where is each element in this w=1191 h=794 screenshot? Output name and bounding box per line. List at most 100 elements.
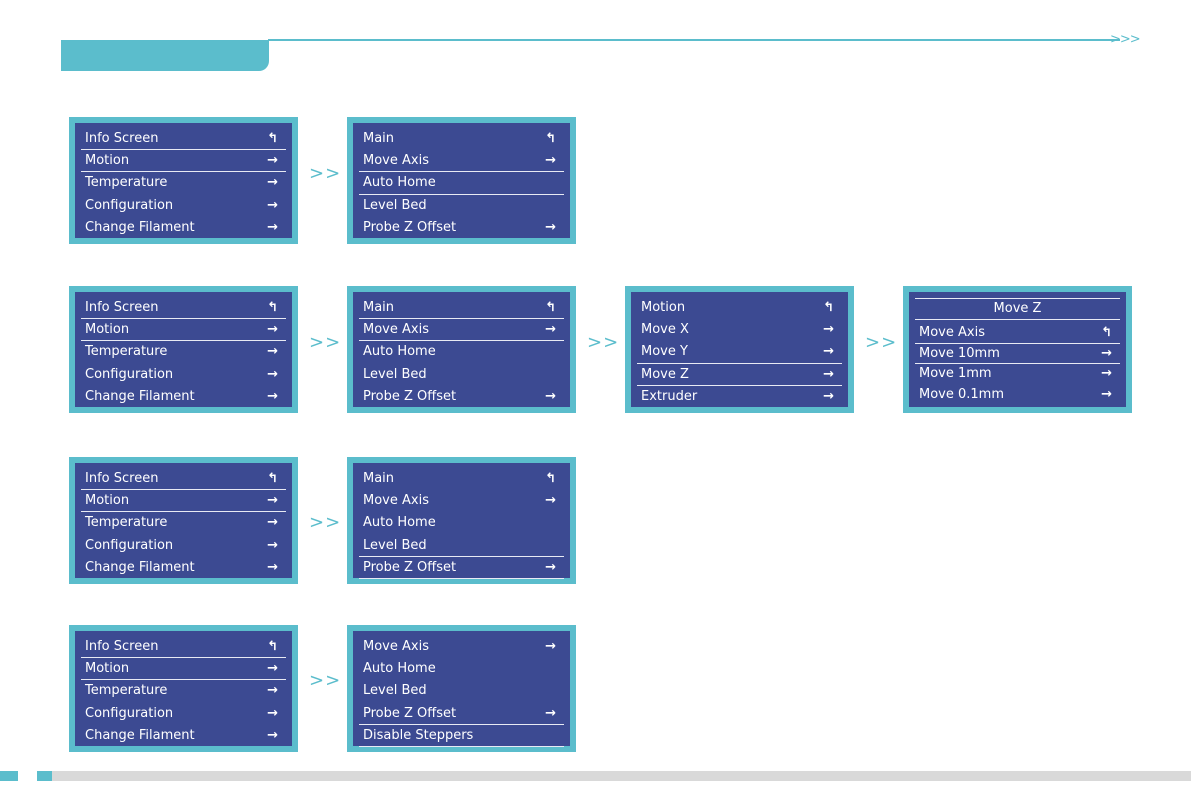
menu-item-info-screen[interactable]: Info Screen ↰ [81, 128, 286, 151]
back-icon: ↰ [545, 300, 556, 315]
enter-arrow-icon: → [1101, 386, 1112, 402]
enter-arrow-icon: → [267, 219, 278, 235]
lcd-screen-motion-2: Main ↰ Move Axis → Auto Home Level Bed Pro… [347, 286, 576, 413]
lcd-screen-main-4: Info Screen ↰ Motion → Temperature → Config… [69, 625, 298, 752]
menu-item-configuration[interactable]: Configuration → [81, 703, 286, 725]
flow-arrow: >> [309, 332, 342, 353]
enter-arrow-icon: → [545, 322, 556, 338]
flow-arrow: >> [309, 163, 342, 184]
menu-item-probe-z-offset[interactable]: Probe Z Offset → [359, 557, 564, 579]
flow-arrow: >> [309, 670, 342, 691]
menu-item-change-filament[interactable]: Change Filament → [81, 725, 286, 747]
menu-item-probe-z-offset[interactable]: Probe Z Offset → [359, 386, 564, 408]
menu-item-main[interactable]: Main ↰ [359, 297, 564, 320]
enter-arrow-icon: → [545, 559, 556, 575]
enter-arrow-icon: → [267, 322, 278, 338]
enter-arrow-icon: → [267, 683, 278, 699]
menu-item-level-bed[interactable]: Level Bed [359, 195, 564, 217]
enter-arrow-icon: → [545, 388, 556, 404]
header-tab [61, 40, 269, 71]
lcd-screen-motion-4: Move Axis → Auto Home Level Bed Probe Z O… [347, 625, 576, 752]
menu-item-level-bed[interactable]: Level Bed [359, 364, 564, 386]
back-icon: ↰ [545, 471, 556, 486]
menu-item-temperature[interactable]: Temperature → [81, 172, 286, 194]
enter-arrow-icon: → [267, 388, 278, 404]
menu-item-move-0-1mm[interactable]: Move 0.1mm → [915, 385, 1120, 406]
menu-item-info-screen[interactable]: Info Screen ↰ [81, 468, 286, 491]
menu-item-motion[interactable]: Motion ↰ [637, 297, 842, 319]
menu-item-configuration[interactable]: Configuration → [81, 364, 286, 386]
menu-item-motion[interactable]: Motion → [81, 150, 286, 173]
enter-arrow-icon: → [823, 366, 834, 382]
menu-item-disable-steppers[interactable]: Disable Steppers [359, 725, 564, 747]
menu-item-temperature[interactable]: Temperature → [81, 512, 286, 534]
menu-item-change-filament[interactable]: Change Filament → [81, 557, 286, 579]
back-icon: ↰ [823, 300, 834, 315]
enter-arrow-icon: → [267, 537, 278, 553]
menu-item-temperature[interactable]: Temperature → [81, 680, 286, 702]
lcd-screen-main-1: Info Screen ↰ Motion → Temperature → Config… [69, 117, 298, 244]
flow-arrow: >> [309, 512, 342, 533]
menu-item-probe-z-offset[interactable]: Probe Z Offset → [359, 703, 564, 725]
menu-item-move-10mm[interactable]: Move 10mm → [915, 344, 1120, 364]
menu-item-move-axis[interactable]: Move Axis → [359, 150, 564, 173]
header-chevrons-icon: >>> [1110, 32, 1141, 47]
flow-arrow: >> [865, 332, 898, 353]
menu-item-auto-home[interactable]: Auto Home [359, 341, 564, 363]
menu-item-probe-z-offset[interactable]: Probe Z Offset → [359, 217, 564, 239]
footer-marker [0, 771, 18, 781]
enter-arrow-icon: → [267, 344, 278, 360]
menu-item-main[interactable]: Main ↰ [359, 468, 564, 490]
enter-arrow-icon: → [267, 366, 278, 382]
menu-item-motion[interactable]: Motion → [81, 490, 286, 513]
enter-arrow-icon: → [267, 661, 278, 677]
menu-item-auto-home[interactable]: Auto Home [359, 512, 564, 534]
lcd-screen-motion-3: Main ↰ Move Axis → Auto Home Level Bed Pro… [347, 457, 576, 584]
enter-arrow-icon: → [267, 705, 278, 721]
menu-item-level-bed[interactable]: Level Bed [359, 535, 564, 557]
back-icon: ↰ [1101, 325, 1112, 340]
menu-item-configuration[interactable]: Configuration → [81, 535, 286, 557]
screen-title: Move Z [915, 298, 1120, 320]
menu-item-motion[interactable]: Motion → [81, 319, 286, 342]
enter-arrow-icon: → [267, 559, 278, 575]
footer-marker [37, 771, 52, 781]
menu-item-configuration[interactable]: Configuration → [81, 195, 286, 217]
menu-item-auto-home[interactable]: Auto Home [359, 172, 564, 195]
menu-item-extruder[interactable]: Extruder → [637, 386, 842, 408]
enter-arrow-icon: → [267, 197, 278, 213]
enter-arrow-icon: → [545, 219, 556, 235]
menu-item-change-filament[interactable]: Change Filament → [81, 217, 286, 239]
menu-item-level-bed[interactable]: Level Bed [359, 680, 564, 702]
enter-arrow-icon: → [545, 153, 556, 169]
menu-item-move-axis[interactable]: Move Axis → [359, 490, 564, 512]
enter-arrow-icon: → [267, 153, 278, 169]
menu-item-move-y[interactable]: Move Y → [637, 341, 842, 364]
menu-item-motion[interactable]: Motion → [81, 658, 286, 681]
enter-arrow-icon: → [545, 493, 556, 509]
menu-item-change-filament[interactable]: Change Filament → [81, 386, 286, 408]
enter-arrow-icon: → [545, 639, 556, 654]
menu-item-info-screen[interactable]: Info Screen ↰ [81, 636, 286, 659]
enter-arrow-icon: → [1101, 345, 1112, 361]
back-icon: ↰ [267, 639, 278, 654]
flow-arrow: >> [587, 332, 620, 353]
menu-item-move-axis[interactable]: Move Axis → [359, 636, 564, 658]
menu-item-move-axis[interactable]: Move Axis ↰ [915, 323, 1120, 344]
footer-bar [52, 771, 1191, 781]
enter-arrow-icon: → [1101, 366, 1112, 381]
menu-item-move-1mm[interactable]: Move 1mm → [915, 364, 1120, 385]
header-divider [268, 39, 1120, 41]
enter-arrow-icon: → [267, 515, 278, 531]
lcd-screen-move-z: Move Z Move Axis ↰ Move 10mm → Move 1mm → M… [903, 286, 1132, 413]
menu-item-info-screen[interactable]: Info Screen ↰ [81, 297, 286, 320]
menu-item-temperature[interactable]: Temperature → [81, 341, 286, 363]
enter-arrow-icon: → [823, 388, 834, 404]
menu-item-auto-home[interactable]: Auto Home [359, 658, 564, 680]
back-icon: ↰ [267, 131, 278, 146]
enter-arrow-icon: → [823, 344, 834, 360]
menu-item-move-z[interactable]: Move Z → [637, 364, 842, 386]
menu-item-move-axis[interactable]: Move Axis → [359, 319, 564, 342]
menu-item-move-x[interactable]: Move X → [637, 319, 842, 341]
menu-item-main[interactable]: Main ↰ [359, 128, 564, 150]
